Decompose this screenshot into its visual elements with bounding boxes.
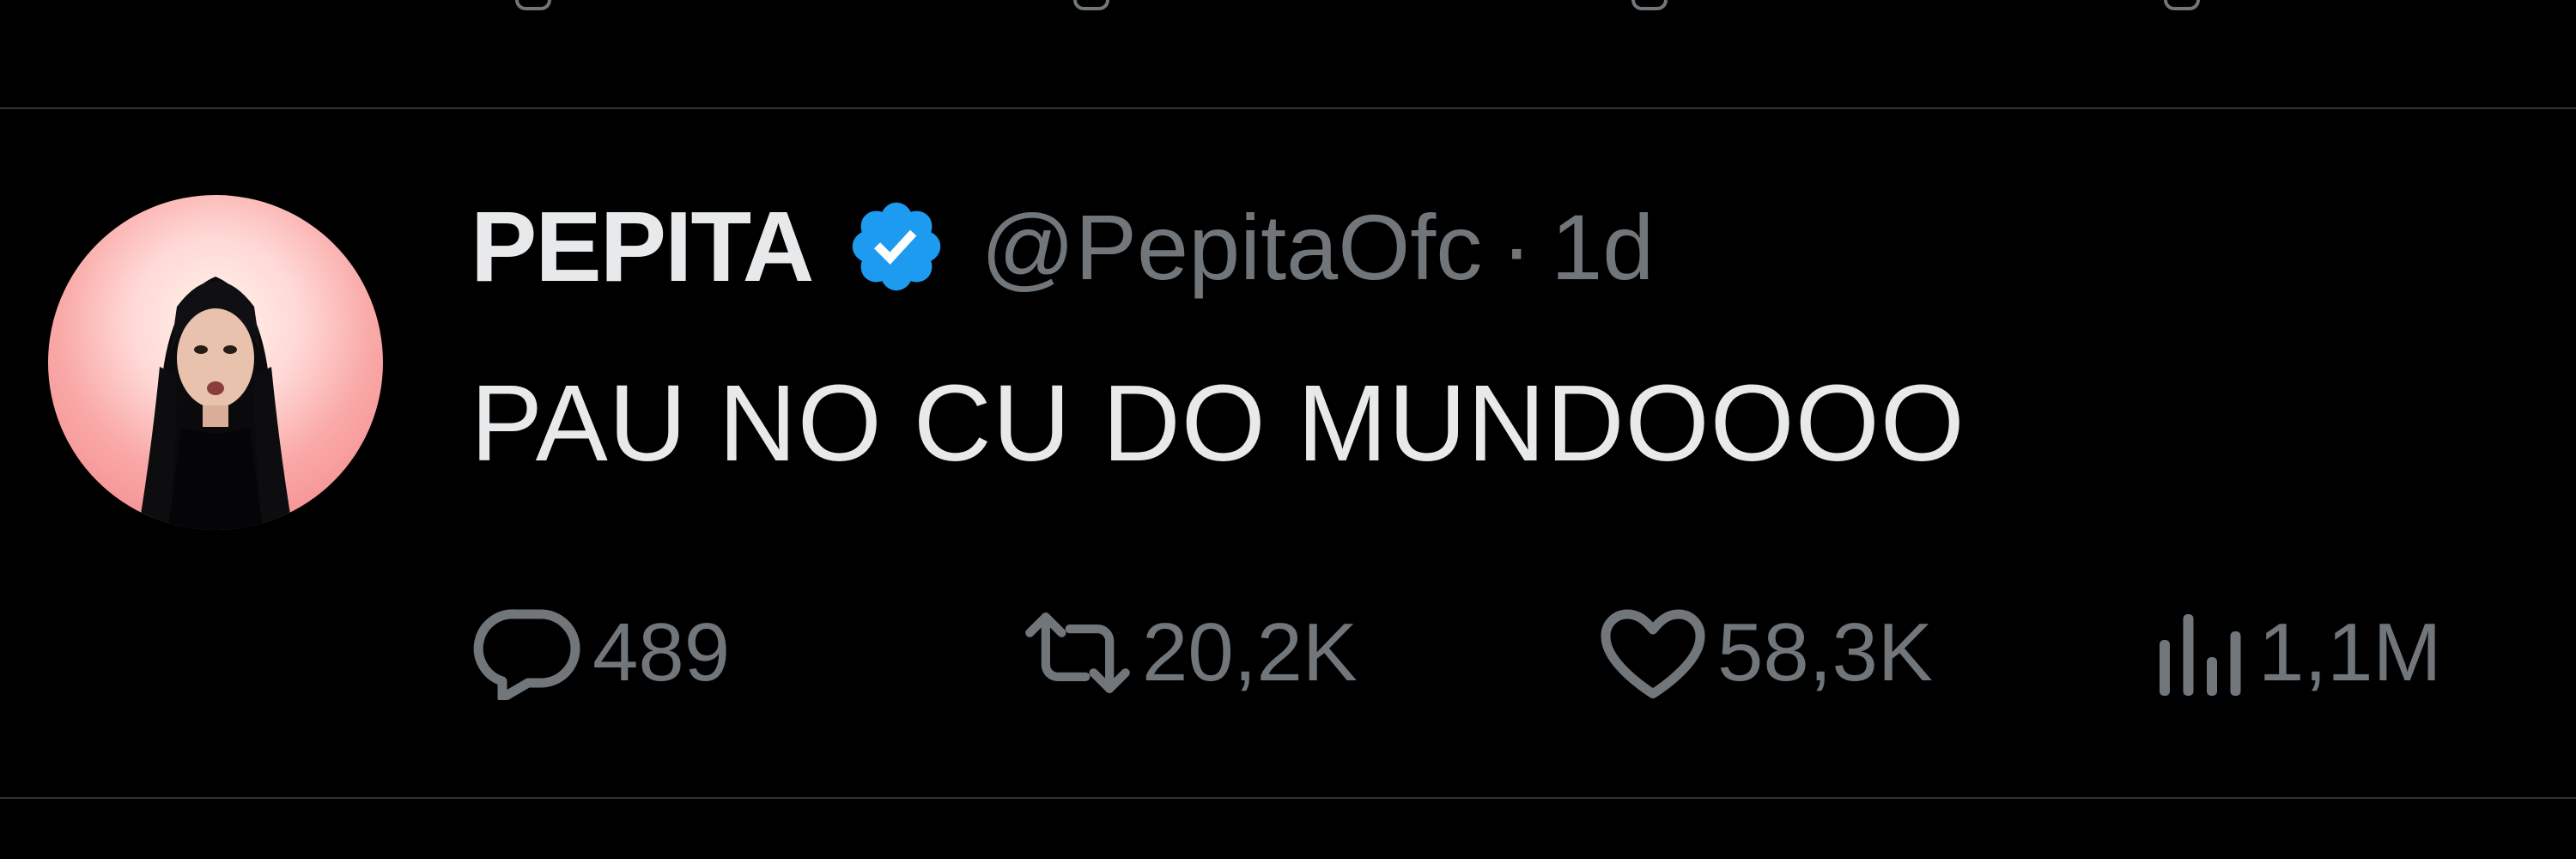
- timestamp[interactable]: 1d: [1551, 193, 1654, 301]
- reply-count: 489: [592, 606, 731, 698]
- reply-icon: [472, 606, 584, 700]
- heart-icon: [1597, 606, 1709, 700]
- separator-dot: ·: [1501, 194, 1533, 299]
- analytics-icon: [2147, 606, 2250, 700]
- avatar[interactable]: [48, 195, 383, 530]
- like-button[interactable]: 58,3K: [1597, 601, 1933, 704]
- retweet-count: 20,2K: [1142, 606, 1358, 698]
- tweet-header: PEPITA @PepitaOfc · 1d: [471, 191, 1654, 302]
- views-button[interactable]: 1,1M: [2147, 601, 2441, 704]
- tweet-text: PAU NO CU DO MUNDOOOO: [471, 362, 1965, 484]
- divider-bottom: [0, 797, 2576, 799]
- previous-tweet-actions-fragment: [0, 0, 2576, 26]
- reply-button[interactable]: 489: [472, 601, 730, 704]
- retweet-icon: [1022, 606, 1133, 700]
- user-handle[interactable]: @PepitaOfc: [981, 193, 1482, 301]
- display-name[interactable]: PEPITA: [471, 189, 814, 304]
- avatar-image: [138, 277, 293, 530]
- verified-badge-icon: [845, 195, 948, 298]
- views-count: 1,1M: [2258, 606, 2442, 698]
- retweet-button[interactable]: 20,2K: [1022, 601, 1358, 704]
- like-count: 58,3K: [1717, 606, 1933, 698]
- divider-top: [0, 107, 2576, 109]
